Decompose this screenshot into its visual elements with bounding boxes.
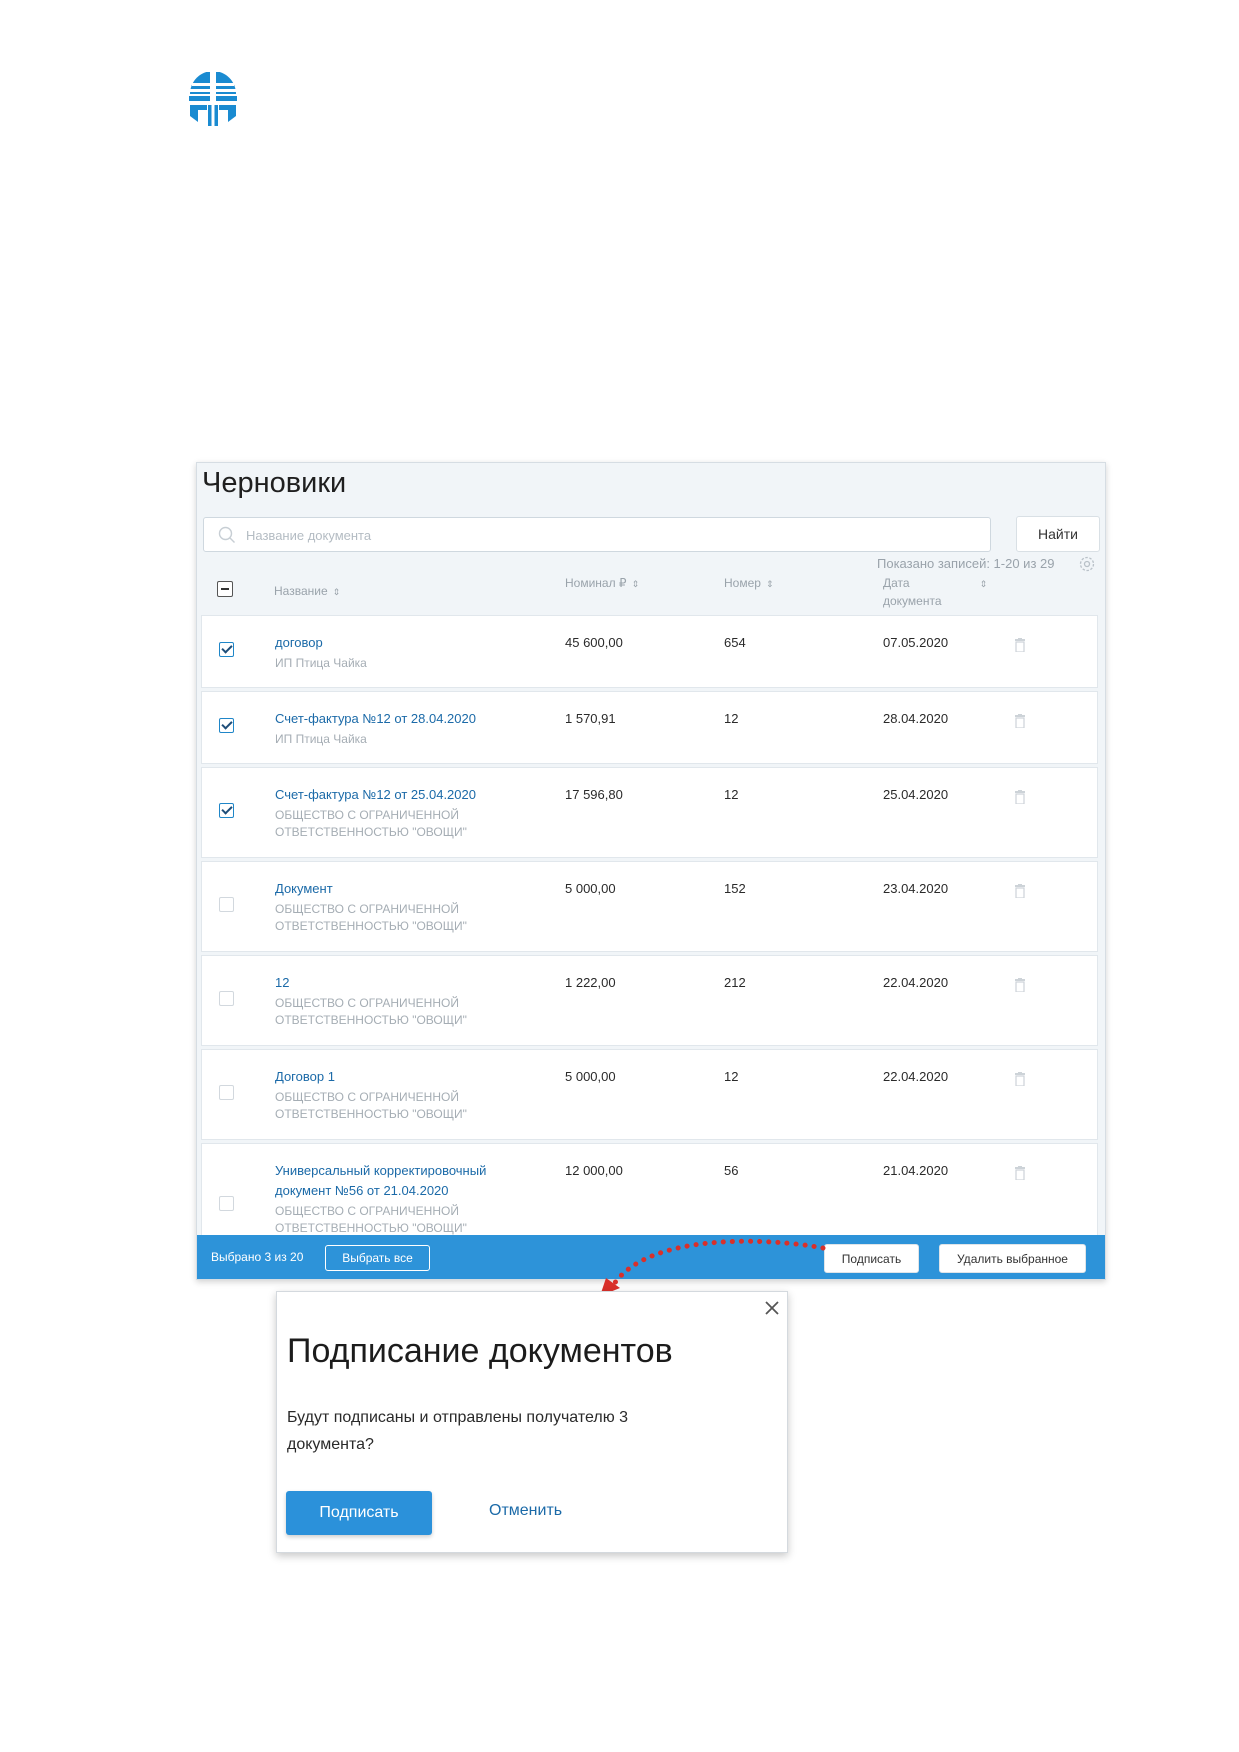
counterparty: ОБЩЕСТВО С ОГРАНИЧЕННОЙ ОТВЕТСТВЕННОСТЬЮ…	[275, 902, 467, 933]
date-value: 21.04.2020	[883, 1163, 949, 1178]
select-all-checkbox[interactable]	[217, 581, 233, 597]
nominal-value: 17 596,80	[565, 787, 623, 802]
counterparty: ОБЩЕСТВО С ОГРАНИЧЕННОЙ ОТВЕТСТВЕННОСТЬЮ…	[275, 1204, 467, 1235]
date-value: 28.04.2020	[883, 711, 949, 726]
column-name[interactable]: Название ⇕	[274, 583, 340, 601]
search-input[interactable]	[244, 521, 978, 549]
table-row[interactable]: Документ ОБЩЕСТВО С ОГРАНИЧЕННОЙ ОТВЕТСТ…	[201, 861, 1098, 952]
document-name-link[interactable]: договор	[275, 633, 525, 653]
document-name-link[interactable]: Универсальный корректировочный документ …	[275, 1161, 535, 1201]
counterparty: ИП Птица Чайка	[275, 656, 367, 670]
date-value: 25.04.2020	[883, 787, 949, 802]
counterparty: ОБЩЕСТВО С ОГРАНИЧЕННОЙ ОТВЕТСТВЕННОСТЬЮ…	[275, 1090, 467, 1121]
nominal-value: 12 000,00	[565, 1163, 623, 1178]
dialog-sign-button[interactable]: Подписать	[286, 1491, 432, 1535]
drafts-panel: Черновики Найти Показано записей: 1-20 и…	[196, 462, 1106, 1280]
select-all-button[interactable]: Выбрать все	[325, 1245, 430, 1271]
settings-icon[interactable]	[1078, 555, 1096, 573]
logo-icon	[189, 72, 237, 128]
number-value: 12	[724, 711, 739, 726]
document-name-link[interactable]: Счет-фактура №12 от 25.04.2020	[275, 785, 525, 805]
date-value: 07.05.2020	[883, 635, 949, 650]
counterparty: ОБЩЕСТВО С ОГРАНИЧЕННОЙ ОТВЕТСТВЕННОСТЬЮ…	[275, 808, 467, 839]
sort-icon[interactable]: ⇕	[632, 579, 640, 589]
table-row[interactable]: Счет-фактура №12 от 25.04.2020 ОБЩЕСТВО …	[201, 767, 1098, 858]
column-nominal[interactable]: Номинал ₽ ⇕	[565, 575, 639, 593]
close-icon[interactable]	[764, 1300, 780, 1316]
selected-count: Выбрано 3 из 20	[211, 1250, 304, 1264]
counterparty: ОБЩЕСТВО С ОГРАНИЧЕННОЙ ОТВЕТСТВЕННОСТЬЮ…	[275, 996, 467, 1027]
table-row[interactable]: Договор 1 ОБЩЕСТВО С ОГРАНИЧЕННОЙ ОТВЕТС…	[201, 1049, 1098, 1140]
column-date[interactable]: Дата ⇕ документа	[883, 575, 987, 610]
counterparty: ИП Птица Чайка	[275, 732, 367, 746]
trash-icon[interactable]	[1014, 638, 1026, 652]
nominal-value: 45 600,00	[565, 635, 623, 650]
document-name-link[interactable]: 12	[275, 973, 525, 993]
date-value: 22.04.2020	[883, 1069, 949, 1084]
sign-dialog: Подписание документов Будут подписаны и …	[276, 1291, 788, 1553]
trash-icon[interactable]	[1014, 978, 1026, 992]
sort-icon[interactable]: ⇕	[980, 579, 988, 589]
trash-icon[interactable]	[1014, 1072, 1026, 1086]
row-checkbox[interactable]	[219, 1085, 234, 1100]
document-name-link[interactable]: Договор 1	[275, 1067, 525, 1087]
table-row[interactable]: Счет-фактура №12 от 28.04.2020 ИП Птица …	[201, 691, 1098, 764]
page-title: Черновики	[202, 467, 347, 499]
row-checkbox[interactable]	[219, 718, 234, 733]
trash-icon[interactable]	[1014, 790, 1026, 804]
number-value: 12	[724, 787, 739, 802]
table-row[interactable]: 12 ОБЩЕСТВО С ОГРАНИЧЕННОЙ ОТВЕТСТВЕННОС…	[201, 955, 1098, 1046]
sort-icon[interactable]: ⇕	[766, 579, 774, 589]
delete-selected-button[interactable]: Удалить выбранное	[939, 1244, 1086, 1273]
records-info: Показано записей: 1-20 из 29	[877, 556, 1055, 571]
row-checkbox[interactable]	[219, 991, 234, 1006]
sort-icon[interactable]: ⇕	[333, 587, 341, 597]
nominal-value: 1 570,91	[565, 711, 616, 726]
nominal-value: 5 000,00	[565, 881, 616, 896]
table-row[interactable]: договор ИП Птица Чайка 45 600,00 654 07.…	[201, 615, 1098, 688]
nominal-value: 5 000,00	[565, 1069, 616, 1084]
trash-icon[interactable]	[1014, 1166, 1026, 1180]
document-name-link[interactable]: Документ	[275, 879, 525, 899]
row-checkbox[interactable]	[219, 1196, 234, 1211]
trash-icon[interactable]	[1014, 714, 1026, 728]
document-name-link[interactable]: Счет-фактура №12 от 28.04.2020	[275, 709, 525, 729]
drafts-table: договор ИП Птица Чайка 45 600,00 654 07.…	[201, 615, 1098, 1256]
search-icon	[218, 526, 235, 543]
row-checkbox[interactable]	[219, 642, 234, 657]
dialog-title: Подписание документов	[287, 1332, 673, 1370]
number-value: 654	[724, 635, 746, 650]
nominal-value: 1 222,00	[565, 975, 616, 990]
trash-icon[interactable]	[1014, 884, 1026, 898]
dialog-cancel-link[interactable]: Отменить	[489, 1502, 562, 1520]
date-value: 23.04.2020	[883, 881, 949, 896]
date-value: 22.04.2020	[883, 975, 949, 990]
number-value: 56	[724, 1163, 739, 1178]
find-button[interactable]: Найти	[1016, 516, 1100, 552]
dialog-message: Будут подписаны и отправлены получателю …	[287, 1409, 629, 1453]
column-number[interactable]: Номер ⇕	[724, 575, 773, 593]
search-box[interactable]	[203, 517, 991, 552]
row-checkbox[interactable]	[219, 803, 234, 818]
row-checkbox[interactable]	[219, 897, 234, 912]
number-value: 212	[724, 975, 746, 990]
number-value: 152	[724, 881, 746, 896]
number-value: 12	[724, 1069, 739, 1084]
